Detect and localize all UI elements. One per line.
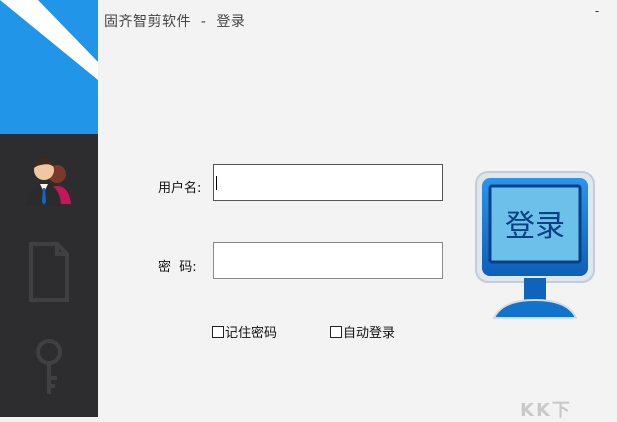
login-button[interactable]: 登录	[472, 168, 598, 330]
username-label: 用户名:	[158, 181, 202, 196]
sidebar-item-key[interactable]	[0, 328, 98, 412]
remember-password-label: 记住密码	[225, 326, 278, 341]
remember-password-checkbox[interactable]: 记住密码	[212, 322, 277, 341]
sidebar-item-file[interactable]	[0, 232, 98, 316]
users-icon	[25, 152, 73, 212]
login-button-label: 登录	[505, 209, 565, 244]
sidebar-logo-corner	[0, 0, 98, 134]
minimize-button[interactable]: -	[592, 5, 602, 17]
sidebar	[0, 0, 98, 417]
auto-login-label: 自动登录	[343, 326, 396, 341]
username-input[interactable]	[213, 164, 443, 201]
checkbox-box[interactable]	[330, 325, 342, 338]
password-label: 密 码:	[158, 260, 197, 275]
sidebar-item-users[interactable]	[0, 140, 98, 224]
password-input[interactable]	[213, 242, 443, 279]
file-icon	[27, 242, 71, 306]
window-title: 固齐智剪软件 - 登录	[104, 14, 246, 30]
text-cursor	[216, 176, 217, 190]
key-icon	[29, 338, 69, 402]
watermark: KK下	[520, 400, 572, 421]
auto-login-checkbox[interactable]: 自动登录	[330, 322, 395, 341]
checkbox-box[interactable]	[212, 325, 224, 338]
